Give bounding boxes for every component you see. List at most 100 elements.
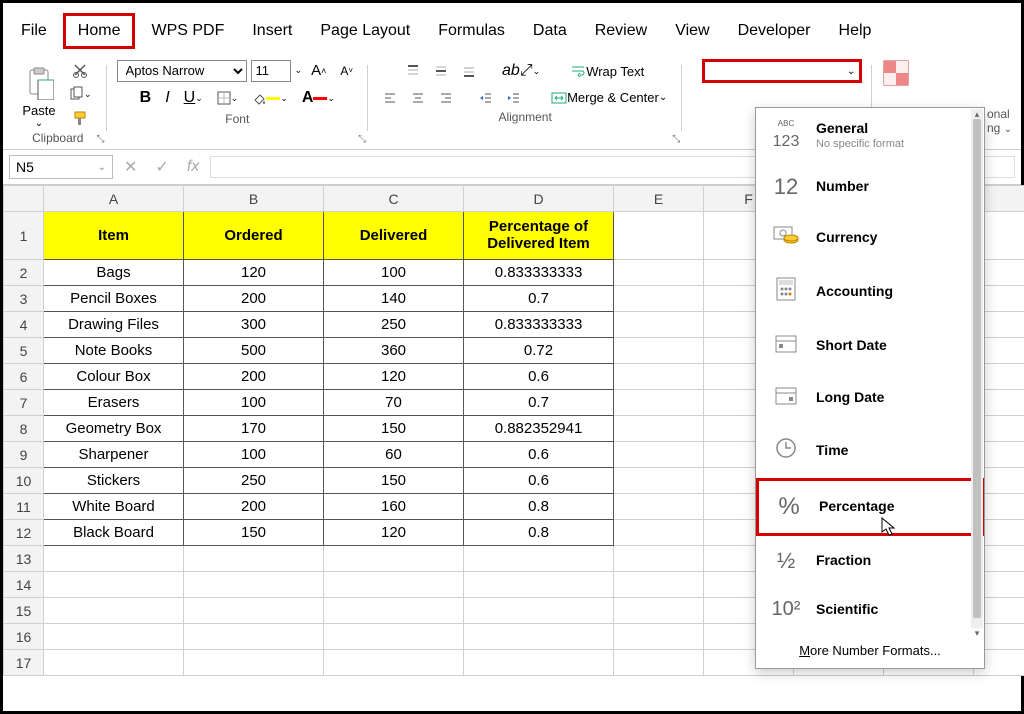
cell[interactable]: 120 — [184, 260, 324, 286]
format-item-general[interactable]: ABC123 GeneralNo specific format — [756, 108, 984, 162]
cell[interactable]: 150 — [324, 416, 464, 442]
row-header[interactable]: 17 — [4, 650, 44, 676]
increase-indent-button[interactable] — [502, 88, 526, 108]
cell[interactable]: 0.7 — [464, 390, 614, 416]
format-item-number[interactable]: 12 Number — [756, 162, 984, 212]
paste-button[interactable] — [19, 63, 59, 103]
cell[interactable]: 160 — [324, 494, 464, 520]
cell[interactable]: 200 — [184, 364, 324, 390]
cell[interactable]: 100 — [184, 442, 324, 468]
col-header-A[interactable]: A — [44, 186, 184, 212]
merge-center-button[interactable]: Merge & Center ⌄ — [546, 87, 672, 108]
tab-formulas[interactable]: Formulas — [426, 16, 517, 46]
cell[interactable]: 120 — [324, 364, 464, 390]
row-header[interactable]: 14 — [4, 572, 44, 598]
cell[interactable]: 0.882352941 — [464, 416, 614, 442]
row-header[interactable]: 5 — [4, 338, 44, 364]
format-item-scientific[interactable]: 10² Scientific — [756, 586, 984, 633]
cell[interactable]: Black Board — [44, 520, 184, 546]
tab-wpspdf[interactable]: WPS PDF — [139, 16, 236, 46]
tab-review[interactable]: Review — [583, 16, 659, 46]
fx-icon[interactable]: fx — [182, 155, 204, 179]
row-header[interactable]: 8 — [4, 416, 44, 442]
row-header[interactable]: 9 — [4, 442, 44, 468]
align-right-button[interactable] — [434, 88, 458, 108]
col-header-C[interactable]: C — [324, 186, 464, 212]
cell[interactable]: 0.7 — [464, 286, 614, 312]
align-middle-button[interactable] — [429, 61, 453, 81]
cell[interactable]: 500 — [184, 338, 324, 364]
cell[interactable]: 60 — [324, 442, 464, 468]
orientation-button[interactable]: ab⤢⌄ — [497, 59, 545, 83]
format-item-time[interactable]: Time — [756, 424, 984, 478]
row-header[interactable]: 11 — [4, 494, 44, 520]
tab-view[interactable]: View — [663, 16, 721, 46]
cell[interactable]: 0.6 — [464, 468, 614, 494]
underline-button[interactable]: U⌄ — [179, 86, 208, 110]
format-item-shortdate[interactable]: Short Date — [756, 320, 984, 372]
italic-button[interactable]: I — [160, 86, 174, 110]
font-size-input[interactable] — [251, 60, 291, 82]
cell[interactable]: Geometry Box — [44, 416, 184, 442]
cell[interactable]: 250 — [324, 312, 464, 338]
col-header-B[interactable]: B — [184, 186, 324, 212]
cell[interactable]: 100 — [324, 260, 464, 286]
cell[interactable]: 140 — [324, 286, 464, 312]
copy-button[interactable]: ⌄ — [63, 83, 97, 105]
cell[interactable]: 200 — [184, 286, 324, 312]
format-item-accounting[interactable]: Accounting — [756, 264, 984, 320]
fill-color-button[interactable]: ⌄ — [247, 88, 293, 108]
row-header[interactable]: 2 — [4, 260, 44, 286]
cell[interactable]: 120 — [324, 520, 464, 546]
format-painter-button[interactable] — [63, 107, 97, 129]
format-item-percentage[interactable]: % Percentage — [756, 478, 984, 536]
select-all-corner[interactable] — [4, 186, 44, 212]
cell[interactable]: 70 — [324, 390, 464, 416]
decrease-indent-button[interactable] — [474, 88, 498, 108]
cell[interactable]: Sharpener — [44, 442, 184, 468]
cell[interactable]: Stickers — [44, 468, 184, 494]
cell[interactable]: 200 — [184, 494, 324, 520]
cell[interactable]: 100 — [184, 390, 324, 416]
cell[interactable]: Colour Box — [44, 364, 184, 390]
cancel-formula-icon[interactable]: ✕ — [119, 154, 142, 180]
wrap-text-button[interactable]: Wrap Text — [565, 61, 649, 82]
table-header-cell[interactable]: Delivered — [324, 212, 464, 260]
cell[interactable]: 170 — [184, 416, 324, 442]
conditional-formatting-icon[interactable] — [882, 59, 910, 87]
align-bottom-button[interactable] — [457, 61, 481, 81]
cell[interactable]: 0.6 — [464, 442, 614, 468]
cell[interactable]: 150 — [184, 520, 324, 546]
cell[interactable]: 0.8 — [464, 520, 614, 546]
cell[interactable]: White Board — [44, 494, 184, 520]
table-header-cell[interactable]: Ordered — [184, 212, 324, 260]
cut-button[interactable] — [63, 59, 97, 81]
tab-file[interactable]: File — [9, 16, 59, 46]
borders-button[interactable]: ⌄ — [212, 88, 244, 108]
enter-formula-icon[interactable]: ✓ — [150, 154, 173, 180]
table-header-cell[interactable]: Item — [44, 212, 184, 260]
align-left-button[interactable] — [378, 88, 402, 108]
more-number-formats[interactable]: More Number Formats... — [756, 633, 984, 668]
row-header[interactable]: 15 — [4, 598, 44, 624]
cell[interactable]: 300 — [184, 312, 324, 338]
row-header[interactable]: 12 — [4, 520, 44, 546]
decrease-font-button[interactable]: A˅ — [335, 61, 358, 81]
row-header[interactable]: 13 — [4, 546, 44, 572]
row-header[interactable]: 7 — [4, 390, 44, 416]
row-header[interactable]: 4 — [4, 312, 44, 338]
format-item-fraction[interactable]: ½ Fraction — [756, 536, 984, 586]
row-header[interactable]: 3 — [4, 286, 44, 312]
col-header-E[interactable]: E — [614, 186, 704, 212]
font-color-button[interactable]: A⌄ — [297, 86, 340, 110]
name-box[interactable]: N5⌄ — [9, 155, 113, 179]
cell[interactable]: 0.72 — [464, 338, 614, 364]
tab-help[interactable]: Help — [827, 16, 884, 46]
align-center-button[interactable] — [406, 88, 430, 108]
align-top-button[interactable] — [401, 61, 425, 81]
cell[interactable]: 150 — [324, 468, 464, 494]
cell[interactable]: 0.833333333 — [464, 312, 614, 338]
tab-data[interactable]: Data — [521, 16, 579, 46]
cell[interactable]: 0.8 — [464, 494, 614, 520]
format-item-longdate[interactable]: Long Date — [756, 372, 984, 424]
